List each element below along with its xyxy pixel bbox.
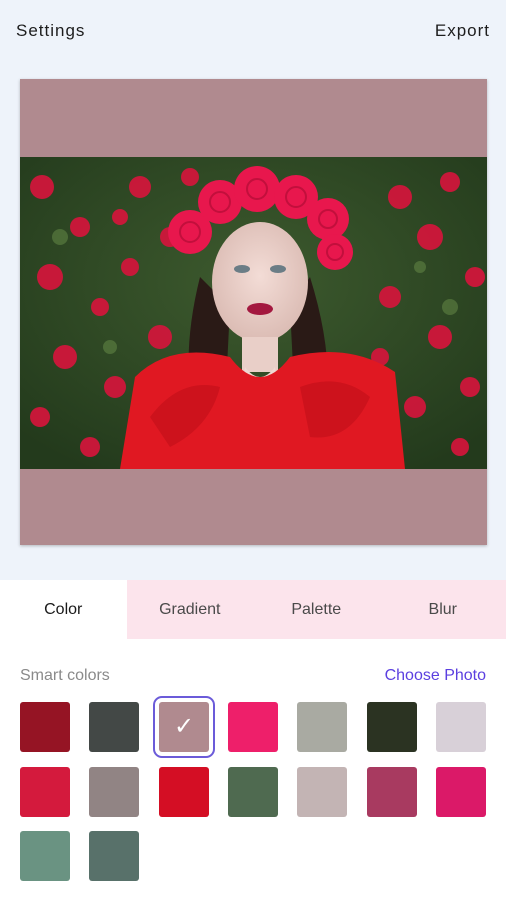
color-swatch[interactable] xyxy=(89,702,139,752)
color-swatch[interactable] xyxy=(297,767,347,817)
color-swatch[interactable] xyxy=(436,702,486,752)
color-panel: Smart colors Choose Photo ✓ xyxy=(0,639,506,900)
color-swatch[interactable] xyxy=(228,702,278,752)
smart-colors-label: Smart colors xyxy=(20,667,110,684)
tab-bar: Color Gradient Palette Blur xyxy=(0,580,506,639)
settings-button[interactable]: Settings xyxy=(16,21,85,41)
color-swatch[interactable] xyxy=(20,831,70,881)
color-swatch[interactable] xyxy=(367,767,417,817)
tab-blur[interactable]: Blur xyxy=(380,580,506,639)
export-button[interactable]: Export xyxy=(435,21,490,41)
photo-image[interactable] xyxy=(20,157,487,469)
color-swatch[interactable] xyxy=(89,831,139,881)
color-swatch[interactable] xyxy=(436,767,486,817)
color-swatch[interactable]: ✓ xyxy=(153,696,215,758)
color-swatch[interactable] xyxy=(159,767,209,817)
choose-photo-link[interactable]: Choose Photo xyxy=(385,667,486,685)
color-swatch[interactable] xyxy=(228,767,278,817)
tab-palette[interactable]: Palette xyxy=(253,580,380,639)
canvas-preview xyxy=(20,79,487,545)
portrait-image xyxy=(20,157,487,469)
tab-gradient[interactable]: Gradient xyxy=(127,580,254,639)
color-swatch[interactable] xyxy=(89,767,139,817)
color-swatch[interactable] xyxy=(297,702,347,752)
color-swatch[interactable] xyxy=(367,702,417,752)
color-swatch[interactable] xyxy=(20,702,70,752)
check-icon: ✓ xyxy=(173,713,195,740)
color-swatch[interactable] xyxy=(20,767,70,817)
top-bar: Settings Export xyxy=(0,0,506,62)
panel-header: Smart colors Choose Photo xyxy=(20,667,486,685)
tab-color[interactable]: Color xyxy=(0,580,127,639)
